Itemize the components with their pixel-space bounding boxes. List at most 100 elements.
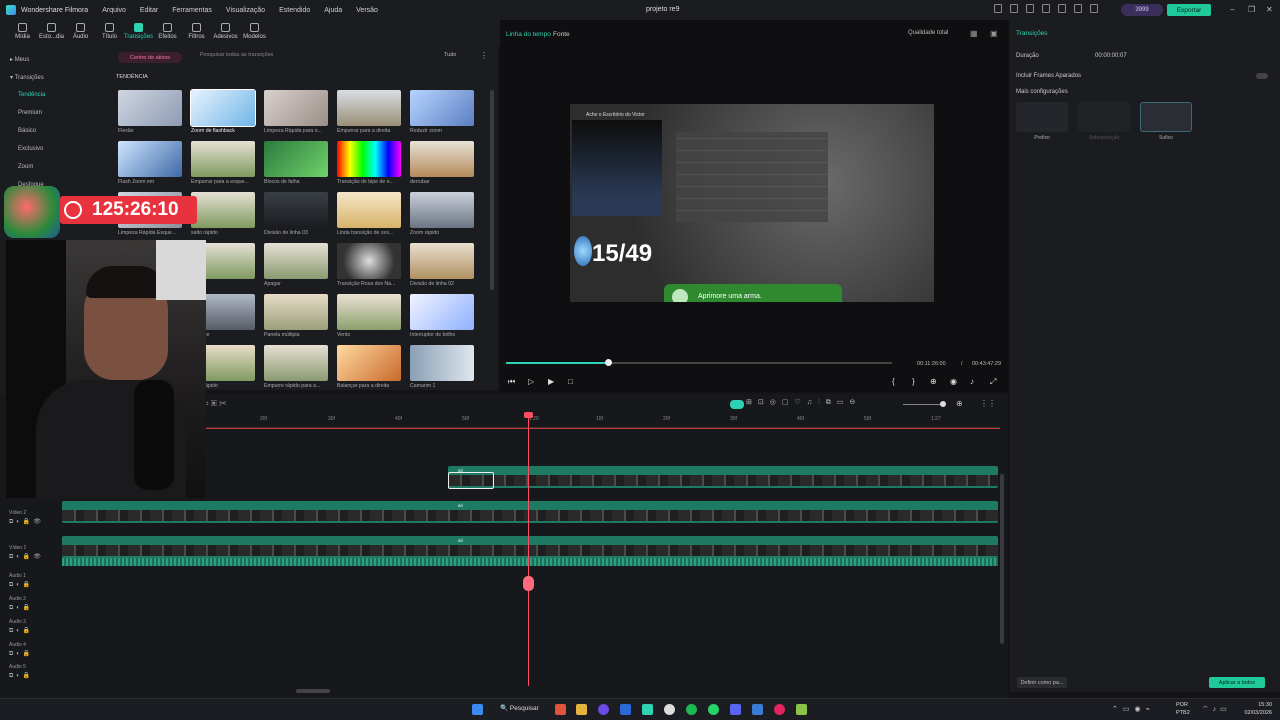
filter-dropdown[interactable]: Tudo [444,52,456,58]
app-purple-icon[interactable] [598,704,609,715]
tab-source[interactable]: Fonte [553,31,570,38]
duration-field[interactable]: 00:00:00:07 [1095,53,1127,59]
volume-icon[interactable]: ♪ [970,377,974,386]
transition-thumbnail[interactable] [410,243,474,279]
mark-out-icon[interactable]: } [912,377,915,386]
timeline-vscrollbar[interactable] [1000,474,1004,644]
timeline-hscrollbar[interactable] [296,689,330,693]
download-icon[interactable] [1058,4,1066,13]
menu-ferramentas[interactable]: Ferramentas [172,7,212,14]
export-button[interactable]: Exportar [1167,4,1211,16]
clip-video1[interactable] [62,536,998,558]
steam-icon[interactable] [620,704,631,715]
transition-thumbnail[interactable] [337,345,401,381]
play-icon[interactable]: ▷ [528,377,534,386]
taskbar-search[interactable]: 🔍 Pesquisar [500,704,539,712]
nav-trending[interactable]: Tendência [18,92,45,98]
asset-center-button[interactable]: Centro de ativos [118,52,182,63]
progress-knob[interactable] [605,359,612,366]
grid-icon[interactable]: ▦ [970,29,978,38]
transition-thumbnail[interactable] [264,90,328,126]
menu-visualizacao[interactable]: Visualização [226,7,265,14]
track-controls-video2[interactable]: ⧉◐🔒👁 [9,518,44,526]
folder-icon[interactable] [576,704,587,715]
fullscreen-icon[interactable]: ⤢ [990,377,996,387]
mode-prefix[interactable] [1016,102,1068,132]
transition-thumbnail[interactable] [337,192,401,228]
transition-thumbnail[interactable] [410,141,474,177]
nav-premium[interactable]: Premium [18,110,42,116]
track-controls-audio2[interactable]: ⧉◐🔒 [9,604,33,612]
tab-timeline[interactable]: Linha do tempo [506,31,551,38]
zoom-in-icon[interactable]: ⊕ [956,399,963,408]
play-alt-icon[interactable]: ▶ [548,377,554,386]
filmora-taskbar-icon[interactable] [642,704,653,715]
mark-in-icon[interactable]: { [892,377,895,386]
mode-overlap[interactable] [1078,102,1130,132]
tool-filters[interactable]: Filtros [182,20,211,46]
transition-thumbnail[interactable] [410,90,474,126]
transition-thumbnail[interactable] [191,192,255,228]
set-default-button[interactable]: Definir como pa... [1017,677,1067,688]
notepad-icon[interactable] [796,704,807,715]
brave-icon[interactable] [555,704,566,715]
nav-transitions[interactable]: ▾ Transições [10,74,44,81]
gift-icon[interactable] [1010,4,1018,13]
playhead-cut-handle[interactable] [523,576,534,591]
clip-track3[interactable] [448,466,998,488]
transition-thumbnail[interactable] [410,192,474,228]
system-tray-icons[interactable]: ⌃▭◉⌁ [1112,705,1155,713]
transition-thumbnail[interactable] [118,90,182,126]
windows-start-icon[interactable] [472,704,483,715]
camera-icon[interactable]: ◉ [950,377,957,386]
track-controls-audio4[interactable]: ⧉◐🔒 [9,650,33,658]
apply-all-button[interactable]: Aplicar a todos [1209,677,1265,688]
selected-transition[interactable] [448,472,494,489]
app-blue-icon[interactable] [752,704,763,715]
transition-thumbnail[interactable] [118,141,182,177]
menu-ajuda[interactable]: Ajuda [324,7,342,14]
playhead-handle[interactable] [524,412,533,418]
tool-transitions[interactable]: Transições [124,20,153,46]
tool-stock-media[interactable]: Esto...dia [37,20,66,46]
transition-thumbnail[interactable] [337,294,401,330]
zoom-icon[interactable]: ⊕ [930,377,937,386]
zoom-slider-knob[interactable] [940,401,946,407]
tool-effects[interactable]: Efeitos [153,20,182,46]
menu-versao[interactable]: Versão [356,7,378,14]
library-scrollbar[interactable] [490,90,494,290]
transition-thumbnail[interactable] [410,345,474,381]
clip-video2[interactable] [62,501,998,523]
transition-thumbnail[interactable] [264,192,328,228]
track-controls-audio5[interactable]: ⧉◐🔒 [9,672,33,680]
playback-progress[interactable] [506,359,892,366]
transition-thumbnail[interactable] [264,243,328,279]
timeline-grid-icon[interactable]: ⋮⋮ [980,399,996,408]
snapshot-icon[interactable]: ▣ [990,29,998,38]
cloud-icon[interactable] [994,4,1002,13]
timeline-tools[interactable]: ⊞⊡◎▢♡♫⫶⧉▭⊖ [746,398,861,407]
notification-icon[interactable] [1090,4,1098,13]
tool-templates[interactable]: Modelos [240,20,269,46]
transition-thumbnail[interactable] [410,294,474,330]
track-controls-video1[interactable]: ⧉◐🔒👁 [9,553,44,561]
stop-icon[interactable]: □ [568,377,573,386]
settings-icon[interactable] [1074,4,1082,13]
nav-mine[interactable]: ▸ Meus [10,56,29,63]
transition-thumbnail[interactable] [337,90,401,126]
app-red-icon[interactable] [774,704,785,715]
include-frames-toggle[interactable] [1256,73,1268,79]
edit-tools-icon[interactable]: ⌗ ▣ ✂ [204,399,227,409]
close-icon[interactable]: ✕ [1266,5,1273,14]
tool-stickers[interactable]: Adesivos [211,20,240,46]
network-volume-icons[interactable]: ⌔♪▭ [1202,705,1231,714]
feedback-icon[interactable] [1026,4,1034,13]
transition-thumbnail[interactable] [337,243,401,279]
mode-suffix[interactable] [1140,102,1192,132]
chrome-icon[interactable] [664,704,675,715]
taskbar-clock[interactable]: 15:30 02/03/2026 [1238,701,1272,717]
transition-thumbnail[interactable] [264,294,328,330]
discord-icon[interactable] [730,704,741,715]
spotify-icon[interactable] [686,704,697,715]
tool-media[interactable]: Mídia [8,20,37,46]
